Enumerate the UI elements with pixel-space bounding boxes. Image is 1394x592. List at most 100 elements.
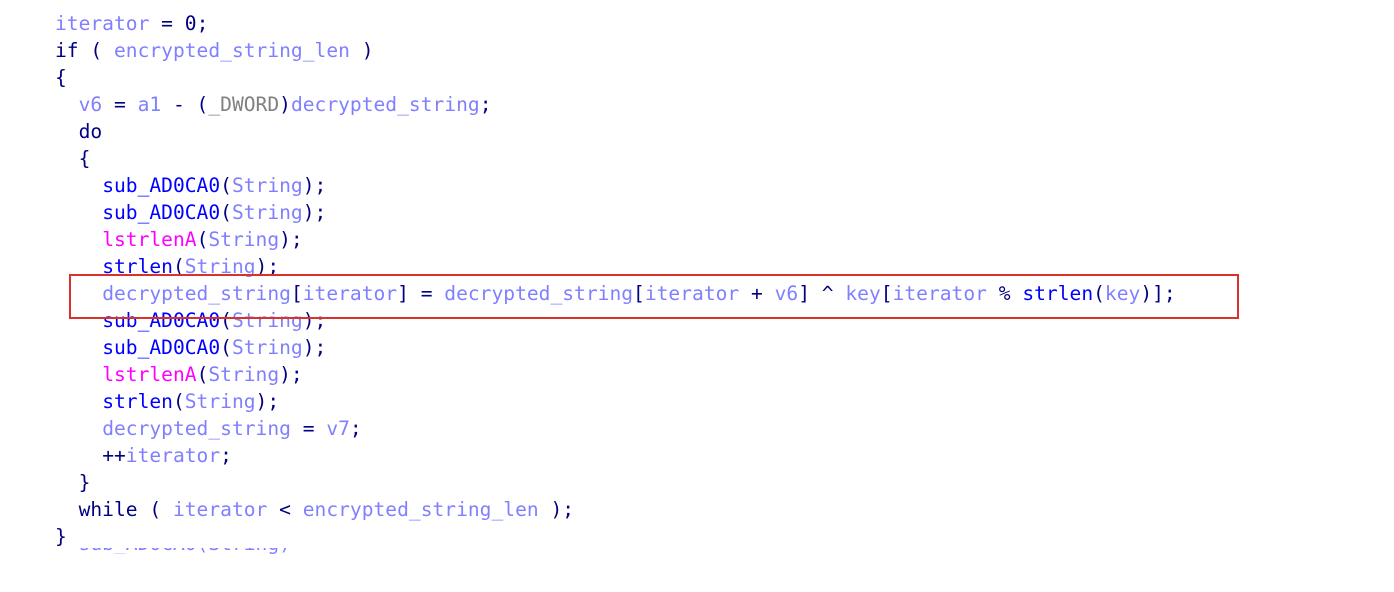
punctuation-token: );: [279, 363, 303, 386]
variable-token[interactable]: String: [185, 390, 256, 413]
function-token[interactable]: sub_AD0CA0: [102, 336, 220, 359]
type-token: _DWORD: [208, 93, 280, 116]
variable-token[interactable]: decrypted_string: [102, 282, 291, 305]
punctuation-token: (: [220, 174, 232, 197]
punctuation-token: =: [149, 12, 185, 35]
code-line: if ( encrypted_string_len ): [55, 37, 1176, 64]
punctuation-token: [: [633, 282, 645, 305]
punctuation-token: [: [880, 282, 893, 305]
variable-token[interactable]: v6: [79, 93, 103, 116]
punctuation-token: {: [78, 147, 91, 170]
function-token[interactable]: sub_AD0CA0: [102, 309, 220, 332]
pseudocode-view: iterator = 0; if ( encrypted_string_len )…: [55, 10, 1176, 550]
variable-token[interactable]: iterator: [55, 12, 149, 35]
punctuation-token: [: [290, 282, 303, 305]
punctuation-token: );: [538, 498, 575, 521]
variable-token[interactable]: encrypted_string_len: [114, 39, 350, 62]
code-line: do: [55, 118, 1176, 145]
variable-token[interactable]: key: [845, 282, 880, 305]
function-token[interactable]: strlen: [102, 255, 173, 278]
code-line-highlighted: decrypted_string[iterator] = decrypted_s…: [55, 280, 1176, 307]
punctuation-token: );: [302, 201, 327, 224]
punctuation-token: );: [302, 174, 327, 197]
punctuation-token: (: [78, 39, 114, 62]
variable-token[interactable]: decrypted_string: [444, 282, 633, 305]
variable-token[interactable]: decrypted_string: [291, 93, 480, 116]
punctuation-token: (: [172, 255, 185, 278]
punctuation-token: }: [78, 471, 91, 494]
function-token[interactable]: sub_AD0CA0: [102, 201, 220, 224]
variable-token[interactable]: iterator: [645, 282, 739, 305]
variable-token[interactable]: v6: [775, 282, 799, 305]
punctuation-token: {: [55, 66, 67, 89]
code-line: sub_AD0CA0(String);: [55, 172, 1176, 199]
code-line: lstrlenA(String);: [55, 226, 1176, 253]
code-line: iterator = 0;: [55, 10, 1176, 37]
punctuation-token: (: [220, 336, 232, 359]
variable-token[interactable]: String: [232, 336, 303, 359]
variable-token[interactable]: decrypted_string: [102, 417, 291, 440]
variable-token[interactable]: iterator: [303, 282, 397, 305]
keyword-token: do: [78, 120, 103, 143]
variable-token[interactable]: iterator: [173, 498, 267, 521]
variable-token[interactable]: String: [232, 201, 303, 224]
code-line: decrypted_string = v7;: [55, 415, 1176, 442]
variable-token[interactable]: iterator: [893, 282, 987, 305]
keyword-token: while: [78, 498, 138, 521]
variable-token[interactable]: iterator: [126, 444, 220, 467]
punctuation-token: (: [196, 363, 209, 386]
variable-token[interactable]: String: [208, 228, 279, 251]
punctuation-token: ;: [349, 417, 362, 440]
variable-token[interactable]: String: [232, 174, 303, 197]
variable-token[interactable]: encrypted_string_len: [303, 498, 539, 521]
punctuation-token: );: [302, 309, 327, 332]
function-token[interactable]: sub_AD0CA0: [102, 174, 220, 197]
partial-code-line-text: sub_AD0CA0(String);: [55, 548, 295, 554]
punctuation-token: ] =: [397, 282, 445, 305]
variable-token[interactable]: String: [232, 309, 303, 332]
partial-code-line: sub_AD0CA0(String);: [55, 548, 295, 554]
punctuation-token: );: [255, 390, 280, 413]
variable-token[interactable]: key: [1105, 282, 1140, 305]
code-line: strlen(String);: [55, 253, 1176, 280]
code-line: {: [55, 145, 1176, 172]
import-token[interactable]: lstrlenA: [102, 363, 196, 386]
variable-token[interactable]: String: [185, 255, 256, 278]
punctuation-token: ): [349, 39, 374, 62]
punctuation-token: ;: [220, 444, 232, 467]
punctuation-token: )];: [1140, 282, 1176, 305]
punctuation-token: (: [220, 201, 232, 224]
function-token[interactable]: strlen: [1022, 282, 1093, 305]
punctuation-token: );: [279, 228, 303, 251]
function-token[interactable]: strlen: [102, 390, 173, 413]
code-line: v6 = a1 - (_DWORD)decrypted_string;: [55, 91, 1176, 118]
code-line: }: [55, 523, 1176, 550]
punctuation-token: (: [137, 498, 173, 521]
punctuation-token: );: [302, 336, 327, 359]
punctuation-token: (: [196, 228, 209, 251]
punctuation-token: ++: [102, 444, 126, 467]
code-line: strlen(String);: [55, 388, 1176, 415]
punctuation-token: ;: [196, 12, 209, 35]
variable-token[interactable]: String: [208, 363, 279, 386]
punctuation-token: +: [739, 282, 775, 305]
variable-token[interactable]: v7: [326, 417, 350, 440]
punctuation-token: =: [102, 93, 138, 116]
punctuation-token: ] ^: [798, 282, 846, 305]
code-line: sub_AD0CA0(String);: [55, 307, 1176, 334]
code-line: ++iterator;: [55, 442, 1176, 469]
code-line: {: [55, 64, 1176, 91]
variable-token[interactable]: a1: [138, 93, 162, 116]
import-token[interactable]: lstrlenA: [102, 228, 196, 251]
number-token: 0: [184, 12, 197, 35]
